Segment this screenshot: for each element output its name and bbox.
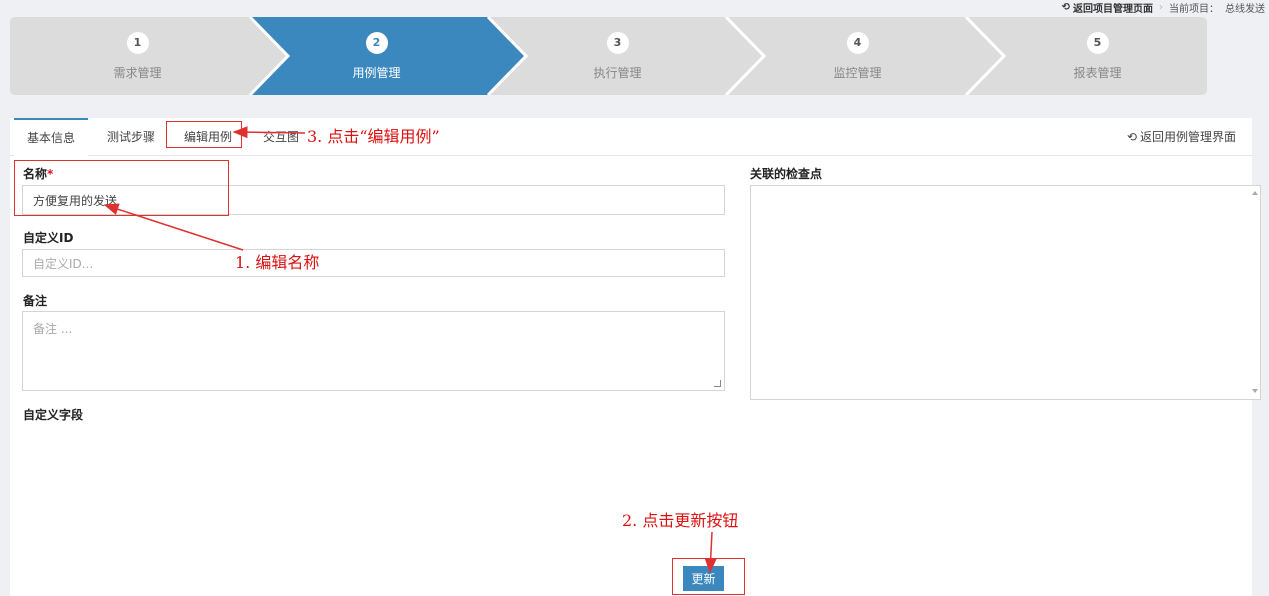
wizard-step-5[interactable]: 5 报表管理 <box>986 17 1209 95</box>
step-label: 监控管理 <box>833 65 882 80</box>
remark-placeholder: 备注 ... <box>33 322 73 336</box>
back-to-case-management-link[interactable]: ⟲ 返回用例管理界面 <box>1127 118 1236 156</box>
back-to-project-link[interactable]: ⟲ 返回项目管理页面 <box>1062 0 1153 15</box>
wizard-step-1[interactable]: 1 需求管理 <box>10 17 265 95</box>
wizard-step-4[interactable]: 4 监控管理 <box>746 17 969 95</box>
current-project-value: 总线发送 <box>1225 3 1265 15</box>
annotation-step1: 1. 编辑名称 <box>235 253 320 272</box>
annotation-step3: 3. 点击“编辑用例” <box>307 127 440 146</box>
top-bar: ⟲ 返回项目管理页面 › 当前项目： 总线发送 <box>1062 0 1265 15</box>
sign-out-icon: ⟲ <box>1126 130 1137 144</box>
tab-test-steps[interactable]: 测试步骤 <box>98 118 164 156</box>
tab-basic-info[interactable]: 基本信息 <box>14 118 88 156</box>
step-number: 1 <box>126 31 149 54</box>
scroll-up-icon[interactable] <box>1252 191 1258 195</box>
annotation-box-update <box>672 558 745 595</box>
wizard-steps: 1 需求管理 2 用例管理 3 执行管理 4 监控管理 5 报表管理 <box>10 17 1207 95</box>
custom-id-input[interactable]: 自定义ID... <box>22 249 725 277</box>
annotation-box-name <box>14 160 229 216</box>
checkpoints-label: 关联的检查点 <box>750 167 823 181</box>
annotation-step2: 2. 点击更新按钮 <box>622 511 739 530</box>
step-number: 4 <box>846 31 869 54</box>
step-number: 5 <box>1086 31 1109 54</box>
step-label: 需求管理 <box>113 65 162 80</box>
scroll-down-icon[interactable] <box>1252 389 1258 393</box>
remark-textarea[interactable]: 备注 ... <box>22 311 725 391</box>
step-number: 2 <box>365 31 388 54</box>
remark-label: 备注 <box>23 294 48 308</box>
step-label: 报表管理 <box>1073 65 1122 80</box>
step-label: 用例管理 <box>352 65 401 80</box>
separator: › <box>1159 1 1163 13</box>
custom-id-label: 自定义ID <box>23 231 74 245</box>
tab-interaction-diagram[interactable]: 交互图 <box>258 118 304 156</box>
current-project-label: 当前项目： <box>1169 3 1219 15</box>
wizard-step-3[interactable]: 3 执行管理 <box>506 17 729 95</box>
custom-fields-label: 自定义字段 <box>23 408 84 422</box>
step-number: 3 <box>606 31 629 54</box>
resize-handle-icon[interactable] <box>714 380 721 387</box>
step-label: 执行管理 <box>593 65 642 80</box>
back-to-project-label: 返回项目管理页面 <box>1073 3 1153 15</box>
custom-id-placeholder: 自定义ID... <box>33 256 94 271</box>
checkpoints-list[interactable] <box>750 185 1261 400</box>
back-to-case-management-label: 返回用例管理界面 <box>1139 130 1236 144</box>
annotation-box-edit-case <box>166 121 242 148</box>
sign-out-icon: ⟲ <box>1061 1 1070 13</box>
wizard-step-2[interactable]: 2 用例管理 <box>265 17 488 95</box>
